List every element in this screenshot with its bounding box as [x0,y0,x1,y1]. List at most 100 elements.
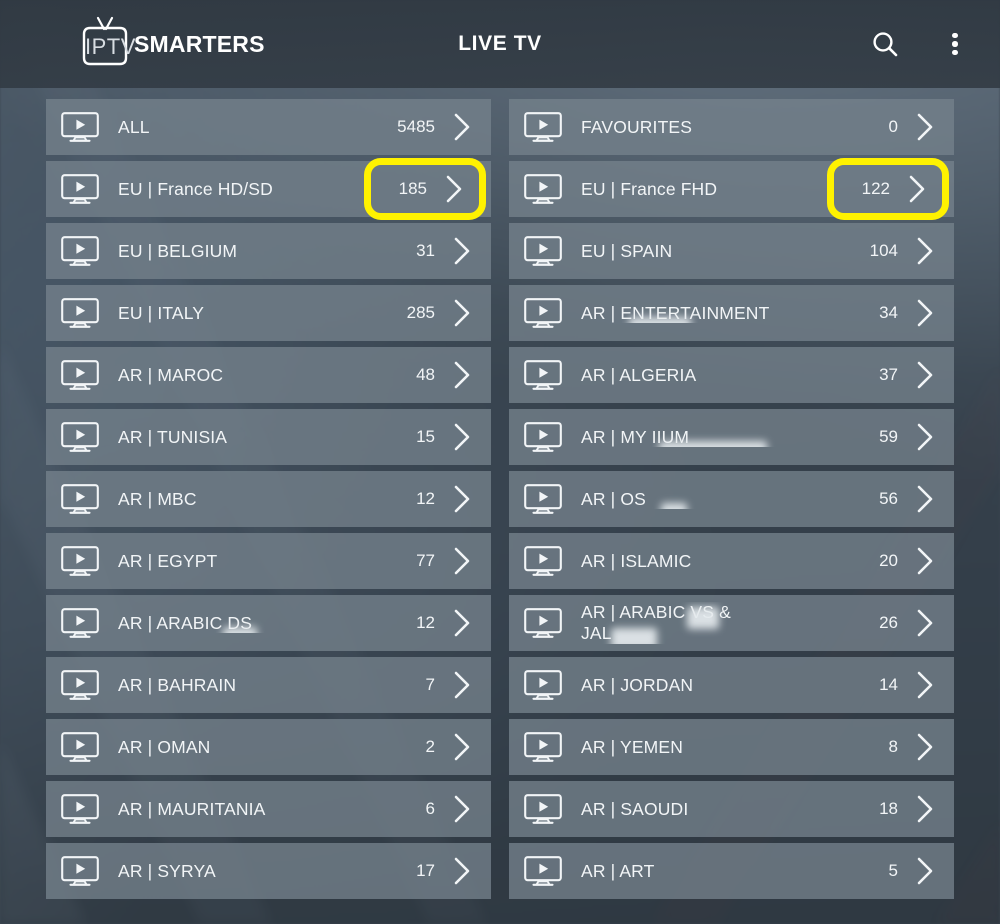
tv-play-icon [61,608,99,638]
category-count-group[interactable]: 0 [856,110,944,144]
category-count-group[interactable]: 59 [856,420,944,454]
overflow-menu-button[interactable] [932,21,978,67]
category-row[interactable]: AR | EGYPT 77 [46,533,491,589]
category-row[interactable]: AR | MAROC 48 [46,347,491,403]
category-row[interactable]: AR | ALGERIA 37 [509,347,954,403]
category-count-group[interactable]: 34 [856,296,944,330]
category-label: AR | SYRYA [118,861,216,881]
category-count: 48 [416,365,435,384]
category-cell: AR | ARABIC DS 12 [46,595,491,657]
category-row[interactable]: AR | TUNISIA 15 [46,409,491,465]
category-count: 7 [425,675,435,694]
category-row[interactable]: AR | SAOUDI 18 [509,781,954,837]
chevron-right-icon [454,547,470,575]
category-count: 18 [879,799,898,818]
category-cell: AR | MY IIUM 59 [509,409,954,471]
category-count-group[interactable]: 6 [393,792,481,826]
category-count: 5 [888,861,898,880]
category-row[interactable]: AR | JORDAN 14 [509,657,954,713]
category-count: 12 [416,489,435,508]
category-count: 56 [879,489,898,508]
category-count-group[interactable]: 12 [393,482,481,516]
category-count-group[interactable]: 5485 [393,110,481,144]
category-row[interactable]: AR | BAHRAIN 7 [46,657,491,713]
category-row[interactable]: AR | ISLAMIC 20 [509,533,954,589]
category-row[interactable]: EU | SPAIN 104 [509,223,954,279]
chevron-right-icon [454,857,470,885]
category-label: AR | MBC [118,489,197,509]
category-label: AR | TUNISIA [118,427,228,447]
category-count: 5485 [397,117,435,136]
category-row[interactable]: FAVOURITES 0 [509,99,954,155]
category-label: EU | SPAIN [581,241,673,261]
category-row[interactable]: ALL 5485 [46,99,491,155]
category-label: AR | MY IIUM [581,427,856,447]
tv-play-icon [61,484,99,514]
tv-play-icon [524,608,562,638]
category-count-group[interactable]: 5 [856,854,944,888]
redacted-text-blur [629,317,691,323]
category-count-group[interactable]: 104 [856,234,944,268]
category-row[interactable]: AR | ART 5 [509,843,954,899]
category-cell: ALL 5485 [46,99,491,161]
category-row[interactable]: EU | BELGIUM 31 [46,223,491,279]
category-label: EU | France FHD [581,179,718,199]
category-count-group[interactable]: 56 [856,482,944,516]
category-count: 6 [425,799,435,818]
category-count-group[interactable]: 185 [364,158,486,220]
category-count-group[interactable]: 14 [856,668,944,702]
category-row[interactable]: AR | MBC 12 [46,471,491,527]
category-count-group[interactable]: 77 [393,544,481,578]
category-count-group[interactable]: 17 [393,854,481,888]
category-count-group[interactable]: 31 [393,234,481,268]
category-cell: EU | SPAIN 104 [509,223,954,285]
chevron-right-icon [454,795,470,823]
category-cell: AR | YEMEN 8 [509,719,954,781]
category-count-group[interactable]: 37 [856,358,944,392]
category-count-group[interactable]: 8 [856,730,944,764]
tv-play-icon [524,670,562,700]
iptv-tv-logo-icon: IPTV [82,16,135,66]
tv-play-icon [61,732,99,762]
category-count-group[interactable]: 122 [827,158,949,220]
category-row[interactable]: AR | SYRYA 17 [46,843,491,899]
category-row[interactable]: EU | France FHD 122 [509,158,954,220]
category-count-group[interactable]: 7 [393,668,481,702]
search-button[interactable] [862,21,908,67]
category-label: AR | BAHRAIN [118,675,237,695]
category-row[interactable]: EU | ITALY 285 [46,285,491,341]
category-row[interactable]: EU | France HD/SD 185 [46,158,491,220]
category-row[interactable]: AR | ARABIC VS & JAL 26 [509,595,954,651]
category-row[interactable]: AR | ARABIC DS 12 [46,595,491,651]
category-row[interactable]: AR | MAURITANIA 6 [46,781,491,837]
category-count: 26 [879,613,898,632]
chevron-right-icon [454,485,470,513]
chevron-right-icon [454,733,470,761]
chevron-right-icon [917,237,933,265]
live-tv-screen: IPTV SMARTERS LIVE TV ALL 5485 FAVOURITES 0… [0,0,1000,924]
category-count-group[interactable]: 26 [856,606,944,640]
chevron-right-icon [917,547,933,575]
category-count-group[interactable]: 285 [393,296,481,330]
category-count: 77 [416,551,435,570]
category-cell: AR | BAHRAIN 7 [46,657,491,719]
category-row[interactable]: AR | YEMEN 8 [509,719,954,775]
category-count-group[interactable]: 15 [393,420,481,454]
category-row[interactable]: AR | OS 56 [509,471,954,527]
category-count-group[interactable]: 48 [393,358,481,392]
category-count-group[interactable]: 12 [393,606,481,640]
topbar-actions [862,21,978,67]
category-count: 122 [861,179,890,198]
category-cell: AR | OS 56 [509,471,954,533]
category-count-group[interactable]: 20 [856,544,944,578]
chevron-right-icon [454,423,470,451]
chevron-right-icon [909,175,925,203]
category-row[interactable]: AR | MY IIUM 59 [509,409,954,465]
category-row[interactable]: AR | ENTERTAINMENT 34 [509,285,954,341]
app-logo: IPTV SMARTERS [72,15,265,73]
category-count-group[interactable]: 2 [393,730,481,764]
chevron-right-icon [454,113,470,141]
category-count-group[interactable]: 18 [856,792,944,826]
category-row[interactable]: AR | OMAN 2 [46,719,491,775]
category-count: 2 [425,737,435,756]
